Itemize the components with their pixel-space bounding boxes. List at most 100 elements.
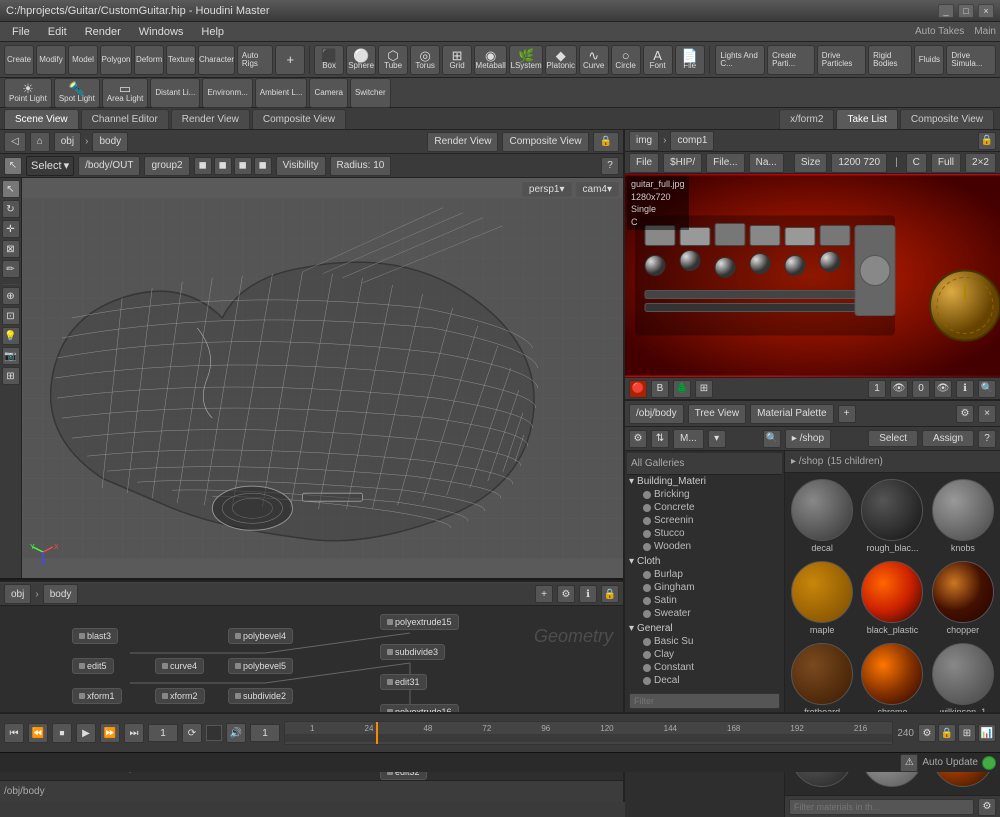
- status-icon-1[interactable]: ⚠: [900, 754, 918, 772]
- mat-filter-btn[interactable]: ⚙: [629, 430, 647, 448]
- mat-tab-palette[interactable]: Material Palette: [750, 404, 833, 424]
- img-hip-btn[interactable]: $HIP/: [663, 153, 702, 173]
- spot-light-btn[interactable]: 🔦Spot Light: [54, 78, 100, 108]
- camera-btn[interactable]: Camera: [309, 78, 347, 108]
- rigid-bodies-btn[interactable]: Rigid Bodies: [868, 45, 912, 75]
- mat-select-btn[interactable]: Select: [868, 430, 918, 447]
- tab-channel-editor[interactable]: Channel Editor: [81, 109, 169, 129]
- circle-tool[interactable]: ○Circle: [611, 45, 641, 75]
- img-eye2-btn[interactable]: 👁: [934, 380, 952, 398]
- frame-input[interactable]: [148, 724, 178, 742]
- tool-wire[interactable]: ⊡: [2, 307, 20, 325]
- sel-icon-3[interactable]: ◼: [234, 157, 252, 175]
- extra-tab[interactable]: +: [275, 45, 305, 75]
- vp-path-obj[interactable]: obj: [54, 132, 81, 152]
- node-path-obj[interactable]: obj: [4, 584, 31, 604]
- timeline-play-btn[interactable]: ▶: [76, 723, 96, 743]
- cam-btn[interactable]: cam4▾: [576, 182, 619, 197]
- menu-help[interactable]: Help: [193, 24, 232, 40]
- img-channel-c[interactable]: C: [906, 153, 927, 173]
- mat-m-btn[interactable]: M...: [673, 429, 704, 449]
- tool-scale[interactable]: ⊠: [2, 240, 20, 258]
- tree-item-clay[interactable]: Clay: [627, 648, 782, 661]
- mat-item-chrome[interactable]: chrome: [859, 641, 925, 719]
- distant-light-btn[interactable]: Distant Li...: [150, 78, 200, 108]
- tool-select[interactable]: ↖: [2, 180, 20, 198]
- img-grid-btn[interactable]: 2×2: [965, 153, 996, 173]
- sel-icon-4[interactable]: ◼: [254, 157, 272, 175]
- tab-xform2[interactable]: x/form2: [779, 109, 834, 129]
- fluids-btn[interactable]: Fluids: [914, 45, 944, 75]
- vp-back-btn[interactable]: ◁: [4, 132, 26, 152]
- node-path-body[interactable]: body: [43, 584, 79, 604]
- area-light-btn[interactable]: ▭Area Light: [102, 78, 148, 108]
- lsystem-tool[interactable]: 🌿LSystem: [509, 45, 543, 75]
- vp-path-body[interactable]: body: [92, 132, 128, 152]
- img-lock-btn[interactable]: 🔒: [978, 132, 996, 150]
- menu-render[interactable]: Render: [77, 24, 129, 40]
- tool-grid[interactable]: ⊞: [2, 367, 20, 385]
- timeline-btn-c[interactable]: ⊞: [958, 724, 976, 742]
- lights-btn[interactable]: Lights And C...: [715, 45, 765, 75]
- file-tool[interactable]: 📄File: [675, 45, 705, 75]
- tree-item-bricking[interactable]: Bricking: [627, 488, 782, 501]
- node-settings-btn[interactable]: ⚙: [557, 585, 575, 603]
- tree-item-basicsu[interactable]: Basic Su: [627, 635, 782, 648]
- tool-paint[interactable]: ✏: [2, 260, 20, 278]
- img-b-btn[interactable]: B: [651, 380, 669, 398]
- point-light-btn[interactable]: ☀Point Light: [4, 78, 52, 108]
- group-label[interactable]: group2: [144, 156, 189, 176]
- tree-item-concrete[interactable]: Concrete: [627, 501, 782, 514]
- node-polybevel5[interactable]: polybevel5: [228, 658, 293, 674]
- tool-rotate[interactable]: ↻: [2, 200, 20, 218]
- mat-sort-btn[interactable]: ⇅: [651, 430, 669, 448]
- polygon-tab[interactable]: Polygon: [100, 45, 132, 75]
- sphere-tool[interactable]: ⚪Sphere: [346, 45, 376, 75]
- node-info-btn[interactable]: ℹ: [579, 585, 597, 603]
- node-curve4[interactable]: curve4: [155, 658, 204, 674]
- tree-item-burlap[interactable]: Burlap: [627, 568, 782, 581]
- vp-render-view-btn[interactable]: Render View: [427, 132, 498, 152]
- img-zoom-btn[interactable]: 🔍: [978, 380, 996, 398]
- maximize-btn[interactable]: □: [958, 4, 974, 18]
- mat-item-chopper[interactable]: chopper: [930, 559, 996, 637]
- img-na-btn[interactable]: Na...: [749, 153, 784, 173]
- img-tree-btn[interactable]: 🌲: [673, 380, 691, 398]
- mat-close-btn[interactable]: ×: [978, 405, 996, 423]
- deform-tab[interactable]: Deform: [134, 45, 164, 75]
- tool-cam[interactable]: 📷: [2, 347, 20, 365]
- drive-simula-btn[interactable]: Drive Simula...: [946, 45, 996, 75]
- tab-take-list[interactable]: Take List: [836, 109, 897, 129]
- box-tool[interactable]: ⬛Box: [314, 45, 344, 75]
- viewport-3d-inner[interactable]: ↖ ↻ ✛ ⊠ ✏ ⊕ ⊡ 💡 📷 ⊞: [0, 178, 623, 578]
- sel-icon-1[interactable]: ◼: [194, 157, 212, 175]
- image-display[interactable]: guitar_full.jpg 1280x720 Single C: [625, 174, 1000, 377]
- mat-item-rough-black[interactable]: rough_blac...: [859, 477, 925, 555]
- tool-snap[interactable]: ⊕: [2, 287, 20, 305]
- img-eye-btn[interactable]: 👁: [890, 380, 908, 398]
- menu-windows[interactable]: Windows: [131, 24, 192, 40]
- timeline-prev-btn[interactable]: ⏪: [28, 723, 48, 743]
- vp-home-btn[interactable]: ⌂: [30, 132, 50, 152]
- help-btn[interactable]: ?: [601, 157, 619, 175]
- tree-general-header[interactable]: ▾ General: [627, 622, 782, 635]
- modify-tab[interactable]: Modify: [36, 45, 66, 75]
- material-filter-input[interactable]: [789, 799, 974, 815]
- create-particles-btn[interactable]: Create Parti...: [767, 45, 815, 75]
- tree-item-screenin[interactable]: Screenin: [627, 514, 782, 527]
- mat-dropdown-btn[interactable]: ▾: [708, 430, 726, 448]
- mat-help-btn[interactable]: ?: [978, 430, 996, 448]
- ambient-btn[interactable]: Ambient L...: [255, 78, 308, 108]
- tool-light[interactable]: 💡: [2, 327, 20, 345]
- curve-tool[interactable]: ∿Curve: [579, 45, 609, 75]
- img-info-btn[interactable]: ℹ: [956, 380, 974, 398]
- node-xform2[interactable]: xform2: [155, 688, 205, 704]
- vp-lock-btn[interactable]: 🔒: [593, 132, 619, 152]
- timeline-btn-b[interactable]: 🔒: [938, 724, 956, 742]
- timeline-btn-a[interactable]: ⚙: [918, 724, 936, 742]
- frame-input-2[interactable]: [250, 724, 280, 742]
- mat-settings-btn[interactable]: ⚙: [956, 405, 974, 423]
- mat-item-fretboard[interactable]: fretboard: [789, 641, 855, 719]
- node-add-btn[interactable]: +: [535, 585, 553, 603]
- node-polybevel4[interactable]: polybevel4: [228, 628, 293, 644]
